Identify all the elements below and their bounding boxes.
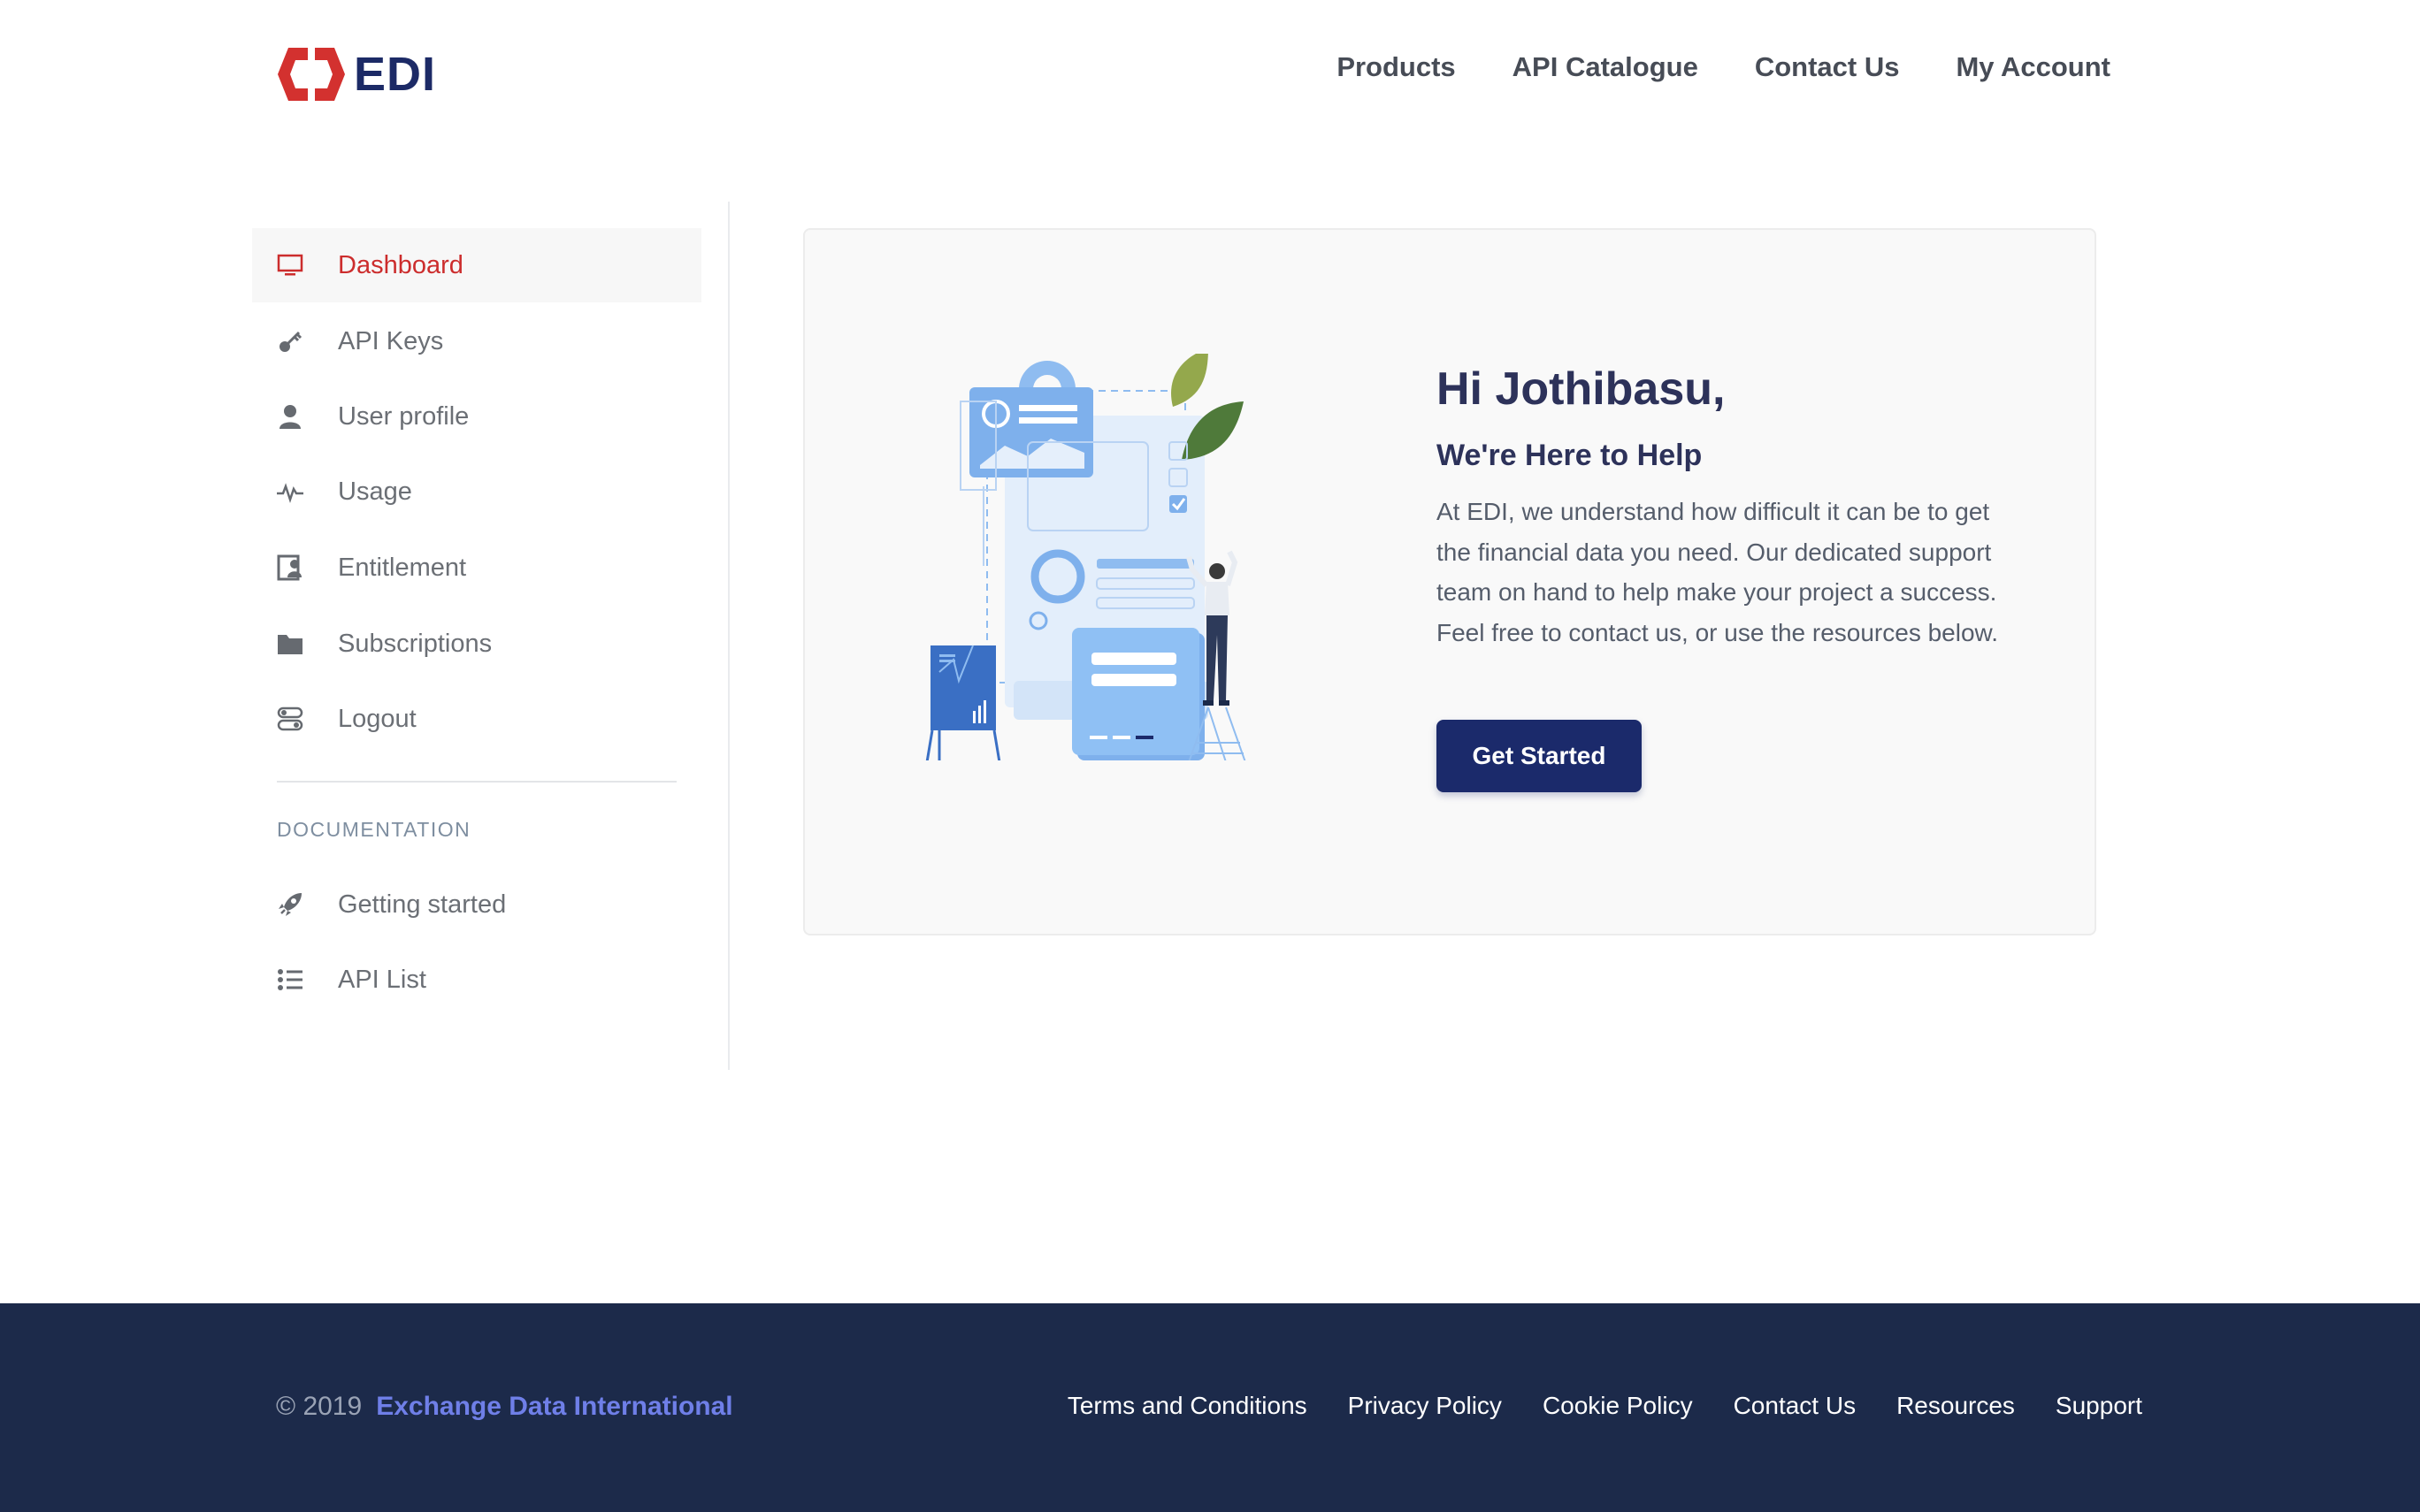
sidebar-item-label: API Keys [338, 326, 444, 355]
nav-contact-us[interactable]: Contact Us [1755, 51, 1900, 83]
site-footer: © 2019 Exchange Data International Terms… [0, 1303, 2420, 1512]
footer-navigation: Terms and Conditions Privacy Policy Cook… [1068, 1392, 2142, 1420]
help-description: At EDI, we understand how difficult it c… [1436, 498, 1999, 646]
sidebar-item-label: API List [338, 965, 426, 994]
sidebar-item-logout[interactable]: Logout [252, 682, 701, 756]
edi-logo-mark-icon [278, 48, 345, 101]
footer-link-contact[interactable]: Contact Us [1734, 1392, 1857, 1420]
sidebar-item-api-keys[interactable]: API Keys [252, 304, 701, 378]
footer-link-terms[interactable]: Terms and Conditions [1068, 1392, 1307, 1420]
get-started-button[interactable]: Get Started [1436, 720, 1642, 792]
help-subheading: We're Here to Help [1436, 439, 1703, 472]
nav-api-catalogue[interactable]: API Catalogue [1512, 51, 1698, 83]
footer-link-privacy[interactable]: Privacy Policy [1348, 1392, 1502, 1420]
contact-card-icon [275, 553, 305, 583]
nav-my-account[interactable]: My Account [1956, 51, 2110, 83]
sidebar: Dashboard API Keys User profile Usage En… [252, 202, 730, 1070]
activity-icon [275, 477, 305, 507]
logo-text: EDI [354, 48, 437, 101]
top-navigation: Products API Catalogue Contact Us My Acc… [1336, 51, 2110, 83]
team-illustration [908, 348, 1261, 765]
logout-icon [275, 704, 305, 734]
welcome-card: Hi Jothibasu, We're Here to Help At EDI,… [803, 228, 2096, 935]
sidebar-item-user-profile[interactable]: User profile [252, 379, 701, 454]
sidebar-item-subscriptions[interactable]: Subscriptions [252, 607, 701, 681]
nav-products[interactable]: Products [1336, 51, 1455, 83]
folder-icon [275, 629, 305, 659]
sidebar-item-usage[interactable]: Usage [252, 454, 701, 529]
list-icon [275, 965, 305, 995]
sidebar-item-label: Entitlement [338, 553, 467, 582]
company-link[interactable]: Exchange Data International [376, 1392, 732, 1422]
sidebar-item-api-list[interactable]: API List [252, 943, 701, 1017]
copyright-year: © 2019 [276, 1392, 363, 1421]
monitor-icon [275, 250, 305, 280]
sidebar-item-entitlement[interactable]: Entitlement [252, 531, 701, 605]
rocket-icon [275, 890, 305, 920]
sidebar-item-label: Getting started [338, 890, 507, 919]
footer-link-resources[interactable]: Resources [1896, 1392, 2015, 1420]
footer-link-cookie[interactable]: Cookie Policy [1543, 1392, 1693, 1420]
sidebar-item-dashboard[interactable]: Dashboard [252, 228, 701, 302]
site-header: EDI Products API Catalogue Contact Us My… [0, 0, 2420, 150]
sidebar-item-getting-started[interactable]: Getting started [252, 867, 701, 942]
copyright: © 2019 Exchange Data International [276, 1392, 733, 1422]
sidebar-item-label: User profile [338, 401, 470, 431]
sidebar-divider [277, 781, 677, 783]
footer-link-support[interactable]: Support [2056, 1392, 2142, 1420]
sidebar-item-label: Logout [338, 704, 417, 733]
sidebar-item-label: Dashboard [338, 250, 463, 279]
key-icon [275, 326, 305, 356]
edi-logo[interactable]: EDI [276, 42, 436, 106]
documentation-heading: DOCUMENTATION [277, 818, 471, 841]
user-icon [275, 401, 305, 431]
sidebar-item-label: Subscriptions [338, 629, 493, 658]
sidebar-item-label: Usage [338, 477, 412, 506]
greeting-heading: Hi Jothibasu, [1436, 363, 1726, 415]
